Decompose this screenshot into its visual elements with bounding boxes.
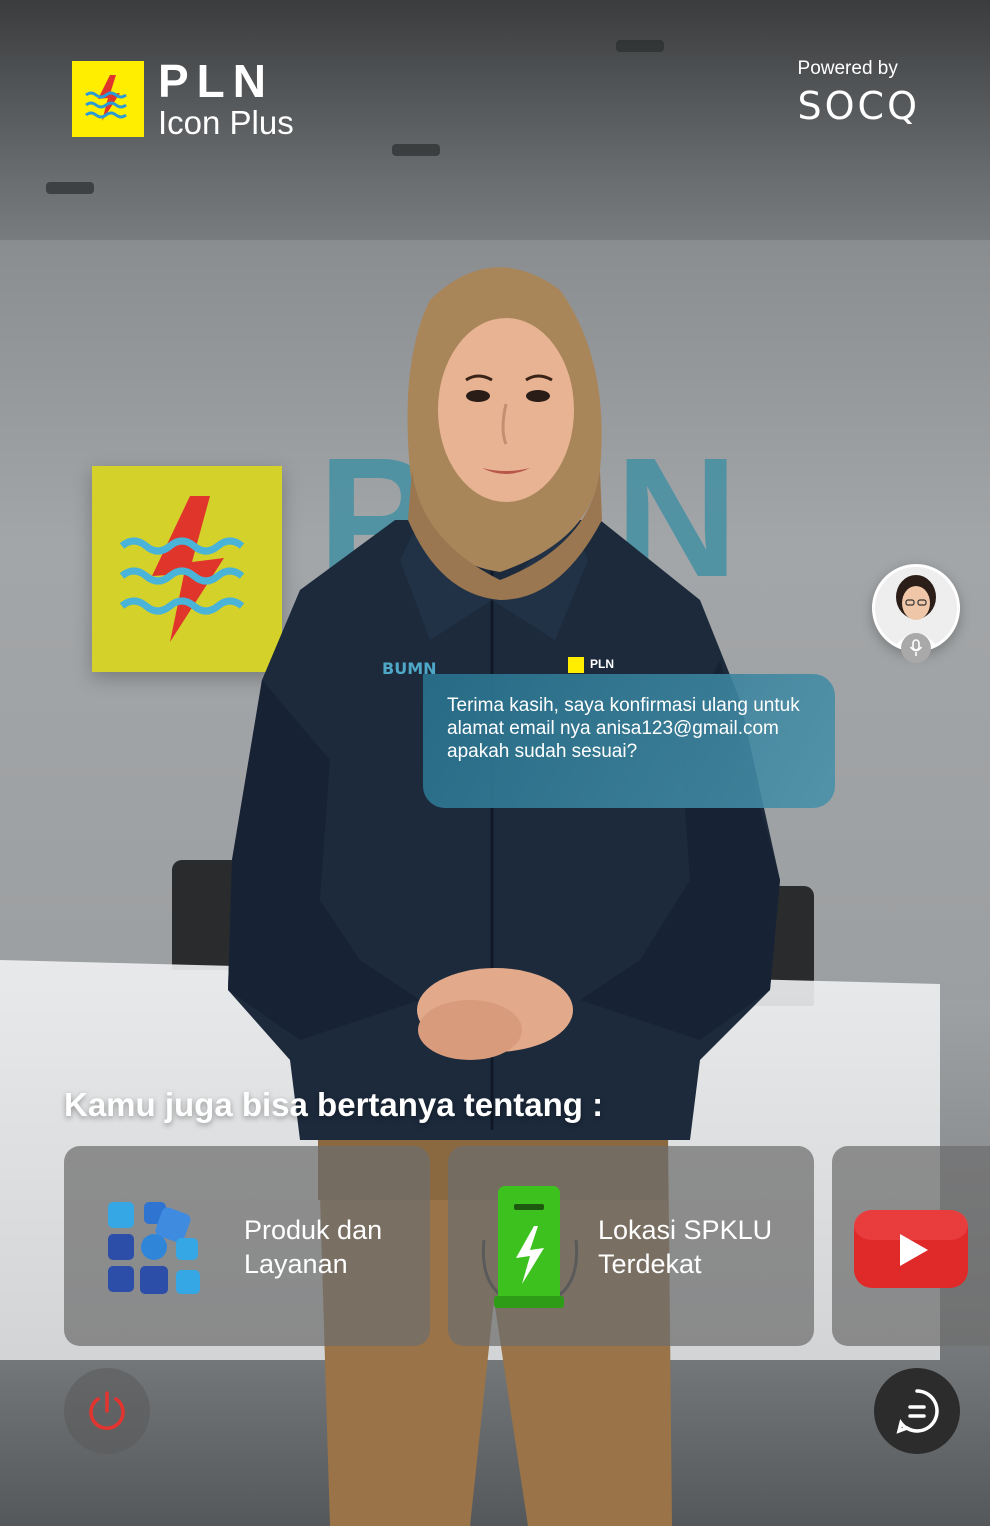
chat-icon xyxy=(896,1389,939,1434)
suggestion-card-spklu[interactable]: Lokasi SPKLU Terdekat xyxy=(448,1146,814,1346)
suggestions-title: Kamu juga bisa bertanya tentang : xyxy=(64,1086,604,1123)
suggestion-label-line: Produk dan xyxy=(244,1215,383,1245)
suggestion-label-line: Layanan xyxy=(244,1249,348,1279)
svg-text:PLN: PLN xyxy=(590,657,614,671)
soco-logo: SOCQ xyxy=(797,84,920,128)
suggestion-label-products: Produk dan Layanan xyxy=(244,1213,382,1281)
suggestion-card-youtube[interactable] xyxy=(832,1146,990,1346)
brand-logo: PLN Icon Plus xyxy=(72,58,294,139)
powered-by: Powered by SOCQ xyxy=(798,58,920,128)
suggestion-label-spklu: Lokasi SPKLU Terdekat xyxy=(598,1213,772,1281)
youtube-play-icon xyxy=(854,1210,968,1295)
suggestion-card-products[interactable]: Produk dan Layanan xyxy=(64,1146,430,1346)
suggestion-label-line: Terdekat xyxy=(598,1249,702,1279)
powered-by-label: Powered by xyxy=(797,58,898,79)
assistant-speech-bubble: Terima kasih, saya konfirmasi ulang untu… xyxy=(423,674,835,808)
brand-name: PLN xyxy=(158,55,274,107)
microphone-icon[interactable] xyxy=(901,633,931,663)
pln-lightning-icon xyxy=(72,60,144,137)
power-icon xyxy=(89,1391,125,1430)
grid-apps-icon xyxy=(106,1200,202,1301)
ev-charger-icon xyxy=(480,1184,580,1317)
chat-button[interactable] xyxy=(874,1368,960,1454)
brand-subtitle: Icon Plus xyxy=(158,104,294,141)
shirt-badge-right: PLN xyxy=(568,657,614,673)
suggestion-label-line: Lokasi SPKLU xyxy=(598,1215,773,1245)
power-button[interactable] xyxy=(64,1368,150,1454)
